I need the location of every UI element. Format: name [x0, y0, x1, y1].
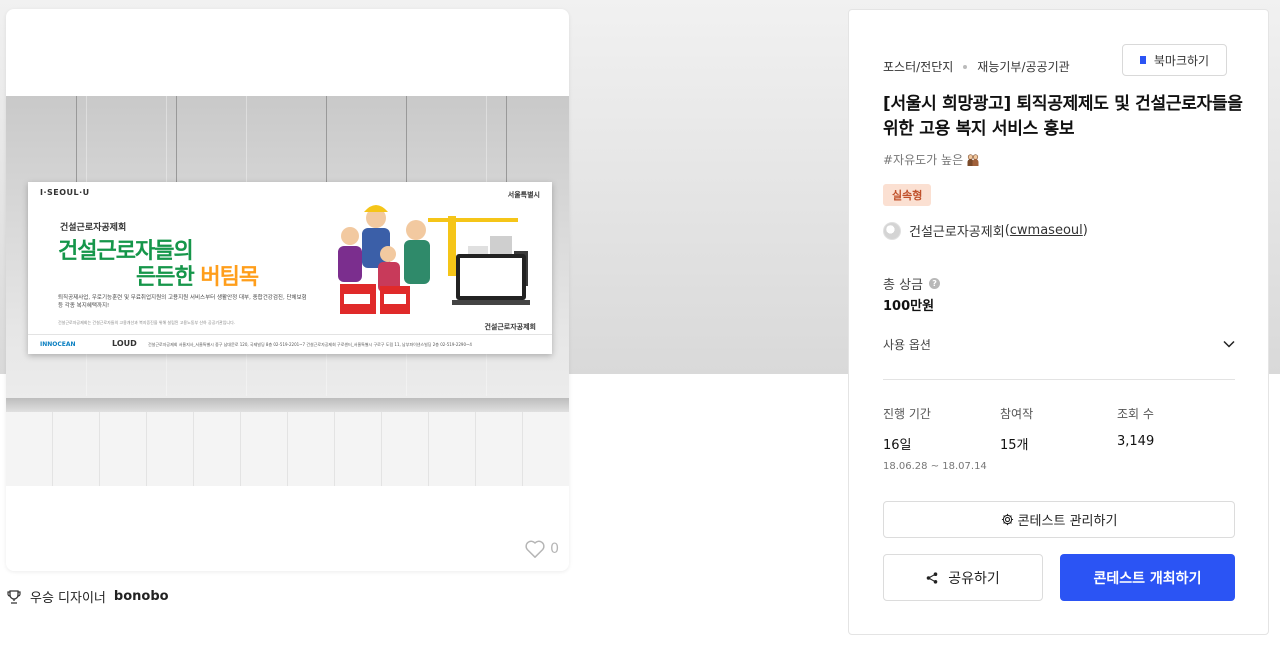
stat-views-label: 조회 수 [1117, 407, 1154, 421]
stat-period-value: 16일 [883, 438, 912, 453]
breadcrumb-subcategory[interactable]: 재능기부/공공기관 [977, 58, 1069, 75]
stat-period-range: 18.06.28 ~ 18.07.14 [883, 461, 987, 472]
poster-description: 퇴직공제사업, 우로기능훈련 및 무료취업지원의 고용지원 서비스부터 생활안정… [58, 295, 307, 309]
poster-logo-iseoulu: I·SEOUL·U [40, 188, 90, 197]
help-icon[interactable]: ? [929, 278, 941, 289]
share-icon [926, 571, 938, 584]
host-contest-button[interactable]: 콘테스트 개최하기 [1060, 554, 1235, 601]
hanging-wire [326, 96, 327, 182]
hanging-wire [506, 96, 507, 182]
share-button[interactable]: 공유하기 [883, 554, 1043, 601]
bookmark-button[interactable]: 북마크하기 [1122, 44, 1227, 76]
section-divider [883, 379, 1235, 380]
poster-illustration [338, 205, 530, 314]
stat-period: 진행 기간 16일 18.06.28 ~ 18.07.14 [883, 405, 987, 472]
prize-label-text: 총 상금 [883, 278, 924, 293]
trophy-icon [7, 589, 21, 604]
tagline-text: #자유도가 높은 [883, 153, 964, 167]
gear-icon [1001, 513, 1013, 526]
contest-info-panel: 포스터/전단지 재능기부/공공기관 북마크하기 [서울시 희망광고] 퇴직공제제… [848, 9, 1269, 635]
usage-options-toggle[interactable]: 사용 옵션 [883, 334, 1235, 354]
host-handle[interactable]: cwmaseoul [1010, 223, 1083, 238]
winner-info: 우승 디자이너 bonobo [6, 587, 169, 606]
contest-title: [서울시 희망광고] 퇴직공제제도 및 건설근로자들을 위한 고용 복지 서비스… [883, 94, 1243, 139]
hanging-wire [176, 96, 177, 182]
manage-contest-label: 콘테스트 관리하기 [1017, 514, 1118, 529]
bookmark-icon [1139, 56, 1146, 64]
baseboard [6, 398, 569, 412]
poster-right-org: 건설근로자공제회 [484, 323, 536, 331]
poster-footer: INNOCEAN LOUD 건설근로자공제회 서울지사_서울특별시 중구 남대문… [28, 334, 552, 354]
prize-label: 총 상금 ? [883, 274, 941, 293]
poster-footer-address: 건설근로자공제회 서울지사_서울특별시 중구 남대문로 120, 국제빌딩 8층… [148, 342, 472, 347]
poster-mockup-scene: I·SEOUL·U 서울특별시 건설근로자공제회 건설근로자들의 든든한 버팀목… [6, 96, 569, 486]
poster-footer-loud: LOUD [112, 339, 137, 348]
contest-tagline: #자유도가 높은 [883, 151, 980, 168]
breadcrumb-category[interactable]: 포스터/전단지 [883, 58, 953, 75]
entry-preview-card[interactable]: I·SEOUL·U 서울특별시 건설근로자공제회 건설근로자들의 든든한 버팀목… [6, 9, 569, 571]
hanging-wire [76, 96, 77, 182]
share-label: 공유하기 [948, 570, 1000, 587]
stat-participants-value: 15개 [1000, 438, 1029, 453]
stat-views-value: 3,149 [1117, 434, 1155, 449]
bookmark-label: 북마크하기 [1153, 53, 1210, 68]
manage-contest-button[interactable]: 콘테스트 관리하기 [883, 501, 1235, 538]
like-button[interactable]: 0 [524, 539, 559, 559]
host-name: 건설근로자공제회 [909, 225, 1005, 240]
floor [6, 412, 569, 486]
breadcrumb: 포스터/전단지 재능기부/공공기관 [883, 58, 1070, 75]
poster-headline-2: 든든한 버팀목 [136, 265, 259, 290]
contest-host[interactable]: 건설근로자공제회(cwmaseoul) [883, 221, 1088, 240]
poster-footer-innocean: INNOCEAN [40, 341, 76, 348]
prize-value: 100만원 [883, 299, 935, 314]
stat-participants: 참여작 15개 [1000, 405, 1033, 453]
usage-options-label: 사용 옵션 [883, 337, 931, 352]
like-count: 0 [550, 541, 559, 557]
people-emoji-icon [967, 153, 979, 166]
poster-banner: I·SEOUL·U 서울특별시 건설근로자공제회 건설근로자들의 든든한 버팀목… [28, 182, 552, 354]
chevron-down-icon [1223, 340, 1235, 348]
stat-views: 조회 수 3,149 [1117, 405, 1154, 449]
poster-org: 건설근로자공제회 [60, 223, 127, 233]
stat-participants-label: 참여작 [1000, 407, 1034, 421]
host-avatar [883, 221, 901, 240]
heart-icon [525, 540, 545, 558]
winner-designer[interactable]: bonobo [114, 589, 169, 604]
stat-period-label: 진행 기간 [883, 407, 931, 421]
breadcrumb-separator [963, 64, 968, 69]
winner-label: 우승 디자이너 [30, 591, 106, 606]
hanging-wire [406, 96, 407, 182]
contest-type-badge: 실속형 [883, 184, 932, 206]
poster-note: 건설근로자공제회는 건설근로자들의 고용개선과 복지증진을 위해 설립된 고용노… [58, 320, 236, 325]
